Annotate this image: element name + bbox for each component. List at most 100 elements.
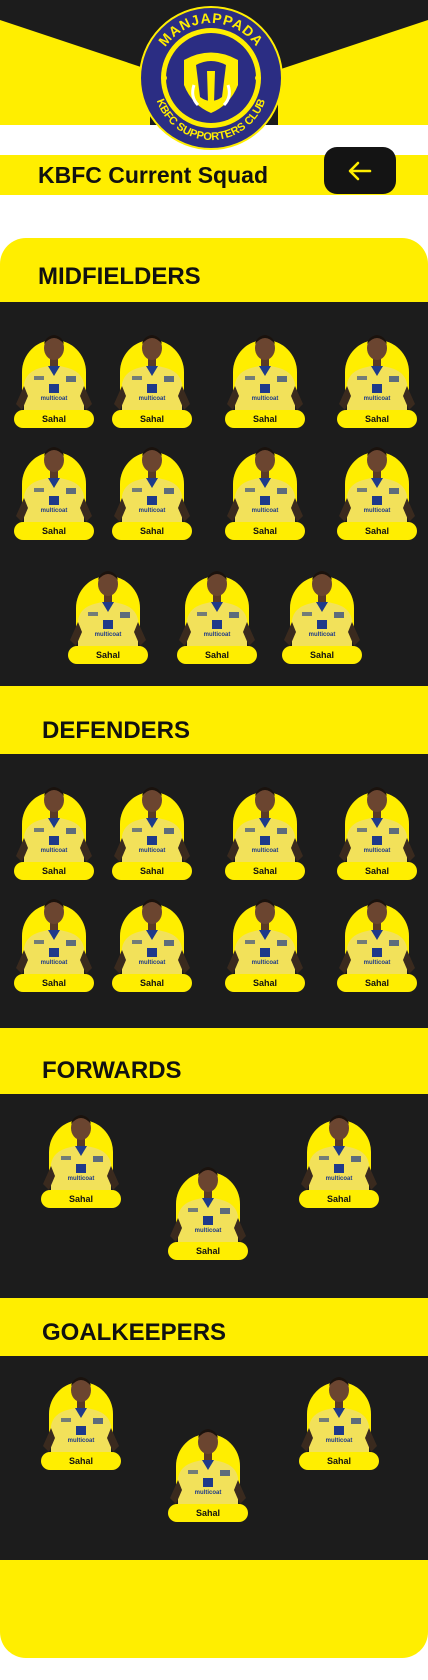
goalkeeper-card[interactable]: multicoat Sahal [295, 1368, 383, 1472]
player-name: Sahal [282, 646, 362, 664]
player-name: Sahal [68, 646, 148, 664]
player-name: Sahal [225, 974, 305, 992]
player-name: Sahal [177, 646, 257, 664]
midfielder-card[interactable]: multicoat Sahal [221, 326, 309, 430]
player-name: Sahal [225, 522, 305, 540]
defender-card[interactable]: multicoat Sahal [10, 890, 98, 994]
svg-text:multicoat: multicoat [364, 508, 391, 514]
player-name: Sahal [337, 522, 417, 540]
svg-text:multicoat: multicoat [139, 960, 166, 966]
midfielder-card[interactable]: multicoat Sahal [108, 438, 196, 542]
defender-card[interactable]: multicoat Sahal [221, 890, 309, 994]
player-photo: multicoat [114, 787, 190, 862]
svg-text:multicoat: multicoat [364, 396, 391, 402]
player-name: Sahal [14, 410, 94, 428]
player-name: Sahal [112, 974, 192, 992]
defender-card[interactable]: multicoat Sahal [108, 890, 196, 994]
forward-card[interactable]: multicoat Sahal [164, 1158, 252, 1262]
svg-text:multicoat: multicoat [195, 1490, 222, 1496]
defender-card[interactable]: multicoat Sahal [221, 778, 309, 882]
section-title-goalkeepers: GOALKEEPERS [42, 1319, 227, 1346]
player-photo: multicoat [43, 1115, 119, 1190]
squad-panel: MIDFIELDERS DEFENDERS FORWARDS GOALKEEPE… [0, 238, 428, 1658]
midfielder-card[interactable]: multicoat Sahal [64, 562, 152, 666]
player-photo: multicoat [339, 335, 415, 410]
midfielder-card[interactable]: multicoat Sahal [10, 438, 98, 542]
player-name: Sahal [41, 1452, 121, 1470]
player-name: Sahal [112, 410, 192, 428]
svg-text:multicoat: multicoat [195, 1228, 222, 1234]
player-photo: multicoat [227, 787, 303, 862]
player-name: Sahal [225, 410, 305, 428]
svg-text:multicoat: multicoat [364, 960, 391, 966]
section-title-defenders: DEFENDERS [42, 717, 191, 744]
player-photo: multicoat [301, 1115, 377, 1190]
midfielder-card[interactable]: multicoat Sahal [221, 438, 309, 542]
player-photo: multicoat [114, 899, 190, 974]
player-photo: multicoat [114, 335, 190, 410]
svg-text:multicoat: multicoat [95, 632, 122, 638]
defender-card[interactable]: multicoat Sahal [333, 778, 421, 882]
goalkeeper-card[interactable]: multicoat Sahal [37, 1368, 125, 1472]
svg-text:multicoat: multicoat [309, 632, 336, 638]
svg-text:multicoat: multicoat [68, 1176, 95, 1182]
forward-card[interactable]: multicoat Sahal [295, 1106, 383, 1210]
player-photo: multicoat [16, 787, 92, 862]
svg-text:multicoat: multicoat [252, 960, 279, 966]
page-title: KBFC Current Squad [38, 162, 268, 188]
svg-text:multicoat: multicoat [326, 1176, 353, 1182]
svg-text:multicoat: multicoat [252, 396, 279, 402]
midfielder-card[interactable]: multicoat Sahal [333, 438, 421, 542]
player-photo: multicoat [114, 447, 190, 522]
player-photo: multicoat [227, 899, 303, 974]
forward-card[interactable]: multicoat Sahal [37, 1106, 125, 1210]
midfielder-card[interactable]: multicoat Sahal [333, 326, 421, 430]
svg-text:multicoat: multicoat [252, 848, 279, 854]
section-title-midfielders: MIDFIELDERS [38, 263, 201, 290]
svg-text:multicoat: multicoat [139, 848, 166, 854]
player-photo: multicoat [227, 335, 303, 410]
midfielder-card[interactable]: multicoat Sahal [278, 562, 366, 666]
player-photo: multicoat [284, 571, 360, 646]
player-name: Sahal [168, 1242, 248, 1260]
svg-text:multicoat: multicoat [68, 1438, 95, 1444]
midfielder-card[interactable]: multicoat Sahal [108, 326, 196, 430]
defender-card[interactable]: multicoat Sahal [108, 778, 196, 882]
arrow-left-icon [348, 161, 372, 180]
defender-card[interactable]: multicoat Sahal [10, 778, 98, 882]
player-name: Sahal [337, 410, 417, 428]
svg-text:multicoat: multicoat [41, 848, 68, 854]
midfielder-card[interactable]: multicoat Sahal [173, 562, 261, 666]
player-name: Sahal [225, 862, 305, 880]
player-name: Sahal [14, 862, 94, 880]
svg-text:multicoat: multicoat [364, 848, 391, 854]
player-photo: multicoat [16, 447, 92, 522]
svg-text:multicoat: multicoat [41, 508, 68, 514]
player-photo: multicoat [170, 1429, 246, 1504]
player-photo: multicoat [227, 447, 303, 522]
player-photo: multicoat [43, 1377, 119, 1452]
svg-text:multicoat: multicoat [41, 396, 68, 402]
player-name: Sahal [112, 522, 192, 540]
player-photo: multicoat [301, 1377, 377, 1452]
player-name: Sahal [14, 974, 94, 992]
midfielder-card[interactable]: multicoat Sahal [10, 326, 98, 430]
player-name: Sahal [168, 1504, 248, 1522]
player-photo: multicoat [339, 447, 415, 522]
player-photo: multicoat [70, 571, 146, 646]
player-photo: multicoat [16, 899, 92, 974]
svg-text:multicoat: multicoat [41, 960, 68, 966]
goalkeeper-card[interactable]: multicoat Sahal [164, 1420, 252, 1524]
defender-card[interactable]: multicoat Sahal [333, 890, 421, 994]
player-name: Sahal [41, 1190, 121, 1208]
svg-text:multicoat: multicoat [204, 632, 231, 638]
svg-text:multicoat: multicoat [252, 508, 279, 514]
svg-text:multicoat: multicoat [139, 396, 166, 402]
back-button[interactable] [324, 147, 396, 194]
player-photo: multicoat [339, 787, 415, 862]
player-name: Sahal [299, 1190, 379, 1208]
player-name: Sahal [337, 862, 417, 880]
player-name: Sahal [112, 862, 192, 880]
svg-text:multicoat: multicoat [139, 508, 166, 514]
svg-text:multicoat: multicoat [326, 1438, 353, 1444]
